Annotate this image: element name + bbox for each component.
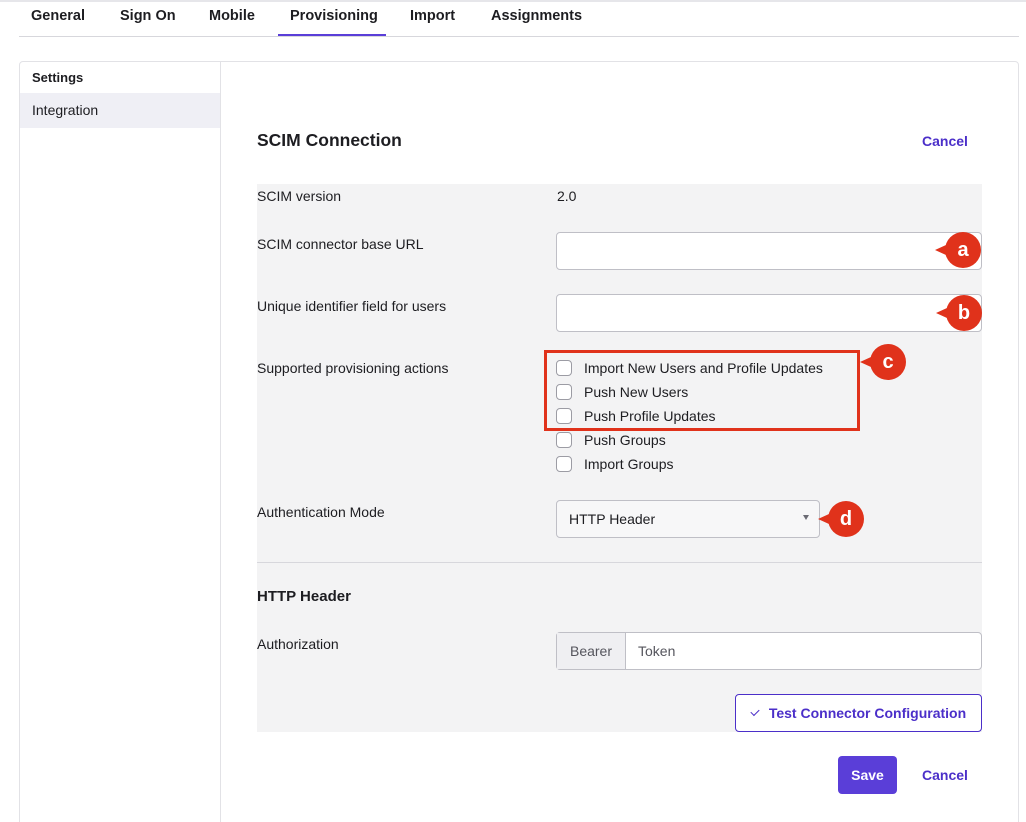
base-url-input[interactable] [556, 232, 982, 270]
test-connector-button[interactable]: Test Connector Configuration [735, 694, 982, 732]
unique-id-label: Unique identifier field for users [257, 298, 447, 314]
action-option[interactable]: Push Groups [556, 431, 666, 449]
tab-assignments[interactable]: Assignments [491, 8, 582, 24]
tab-provisioning[interactable]: Provisioning [290, 8, 378, 24]
tab-general[interactable]: General [31, 8, 85, 24]
callout-letter: c [870, 344, 906, 380]
annotation-callout-d: d [818, 501, 864, 537]
annotation-callout-b: b [936, 295, 982, 331]
dropdown-arrow-icon [803, 515, 809, 520]
annotation-highlight-box [544, 350, 860, 431]
checkbox-label: Import Groups [584, 456, 674, 472]
scim-version-label: SCIM version [257, 188, 342, 204]
action-option[interactable]: Import Groups [556, 455, 673, 473]
auth-mode-label: Authentication Mode [257, 504, 385, 520]
test-connector-label: Test Connector Configuration [768, 705, 967, 721]
push-groups-checkbox[interactable] [556, 432, 572, 448]
section-divider [257, 562, 982, 563]
sidebar-title: Settings [32, 70, 84, 85]
token-input[interactable] [626, 633, 981, 669]
bearer-prefix: Bearer [557, 633, 626, 669]
auth-mode-selected: HTTP Header [569, 511, 656, 527]
authorization-label: Authorization [257, 636, 339, 652]
checkmark-icon [750, 706, 760, 717]
callout-letter: b [946, 295, 982, 331]
tab-mobile[interactable]: Mobile [209, 8, 255, 24]
authorization-field: Bearer [556, 632, 982, 670]
http-header-title: HTTP Header [257, 588, 351, 605]
sidebar-item-integration[interactable]: Integration [20, 93, 220, 128]
footer-cancel-button[interactable]: Cancel [922, 767, 968, 783]
annotation-callout-c: c [860, 344, 906, 380]
tab-bar: General Sign On Mobile Provisioning Impo… [19, 2, 1019, 37]
tab-sign-on[interactable]: Sign On [120, 8, 176, 24]
scim-version-value: 2.0 [557, 188, 577, 204]
auth-mode-select[interactable]: HTTP Header [556, 500, 820, 538]
callout-letter: d [828, 501, 864, 537]
settings-sidebar: Settings Integration [20, 62, 221, 822]
callout-letter: a [945, 232, 981, 268]
unique-id-input[interactable] [556, 294, 982, 332]
base-url-label: SCIM connector base URL [257, 236, 424, 252]
tab-import[interactable]: Import [410, 8, 455, 24]
save-button[interactable]: Save [838, 756, 897, 794]
section-title: SCIM Connection [257, 130, 402, 150]
header-cancel-button[interactable]: Cancel [922, 133, 968, 149]
annotation-callout-a: a [935, 232, 981, 268]
import-groups-checkbox[interactable] [556, 456, 572, 472]
provisioning-actions-label: Supported provisioning actions [257, 360, 449, 376]
active-tab-indicator [278, 34, 386, 36]
checkbox-label: Push Groups [584, 432, 666, 448]
